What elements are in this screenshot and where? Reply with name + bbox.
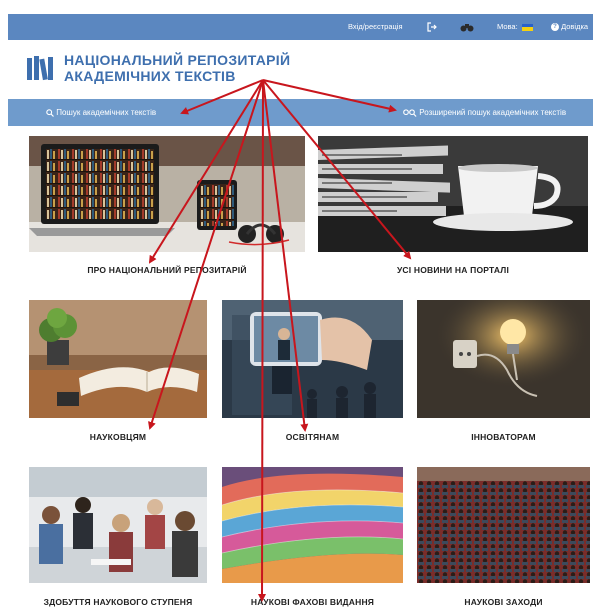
tile-about-image[interactable]: [29, 136, 305, 252]
tile-scientists-image[interactable]: [29, 300, 207, 418]
tile-journals-image[interactable]: [222, 467, 403, 583]
advanced-search-label: Розширений пошук академічних текстів: [419, 108, 567, 117]
tile-degree-caption[interactable]: ЗДОБУТТЯ НАУКОВОГО СТУПЕНЯ: [29, 597, 207, 607]
top-bar: Вхід/реєстрація Мова: ? Довідка: [8, 14, 593, 40]
basic-search-link[interactable]: Пошук академічних текстів: [46, 99, 156, 126]
advanced-search-link[interactable]: Розширений пошук академічних текстів: [403, 99, 566, 126]
ukraine-flag-icon: [521, 23, 533, 31]
tile-scientists-caption[interactable]: НАУКОВЦЯМ: [29, 432, 207, 442]
tile-journals-caption[interactable]: НАУКОВІ ФАХОВІ ВИДАННЯ: [222, 597, 403, 607]
language-selector[interactable]: Мова:: [497, 14, 533, 40]
login-register-link[interactable]: Вхід/реєстрація: [348, 14, 403, 40]
site-title[interactable]: НАЦІОНАЛЬНИЙ РЕПОЗИТАРІЙ АКАДЕМІЧНИХ ТЕК…: [64, 52, 290, 84]
tile-innovators-caption[interactable]: ІННОВАТОРАМ: [417, 432, 590, 442]
help-link[interactable]: ? Довідка: [551, 14, 588, 40]
tile-degree-image[interactable]: [29, 467, 207, 583]
search-bar: Пошук академічних текстів Розширений пош…: [8, 99, 593, 126]
books-logo-icon[interactable]: [26, 54, 56, 87]
search-icon: [46, 108, 56, 117]
tile-innovators-image[interactable]: [417, 300, 590, 418]
advanced-search-icon: [403, 108, 419, 117]
tile-events-image[interactable]: [417, 467, 590, 583]
tile-educators-caption[interactable]: ОСВІТЯНАМ: [222, 432, 403, 442]
basic-search-label: Пошук академічних текстів: [56, 108, 157, 117]
binoculars-icon[interactable]: [460, 14, 474, 40]
tile-news-image[interactable]: [318, 136, 588, 252]
tile-about-caption[interactable]: ПРО НАЦІОНАЛЬНИЙ РЕПОЗИТАРІЙ: [29, 265, 305, 275]
site-title-line1: НАЦІОНАЛЬНИЙ РЕПОЗИТАРІЙ: [64, 52, 291, 68]
logout-icon[interactable]: [427, 14, 437, 40]
site-title-line2: АКАДЕМІЧНИХ ТЕКСТІВ: [64, 68, 236, 84]
help-label: Довідка: [561, 22, 589, 31]
tile-events-caption[interactable]: НАУКОВІ ЗАХОДИ: [417, 597, 590, 607]
help-circle-icon: ?: [551, 23, 559, 32]
tile-educators-image[interactable]: [222, 300, 403, 418]
tile-news-caption[interactable]: УСІ НОВИНИ НА ПОРТАЛІ: [318, 265, 588, 275]
language-label: Мова:: [497, 22, 518, 31]
site-header: НАЦІОНАЛЬНИЙ РЕПОЗИТАРІЙ АКАДЕМІЧНИХ ТЕК…: [26, 50, 586, 90]
